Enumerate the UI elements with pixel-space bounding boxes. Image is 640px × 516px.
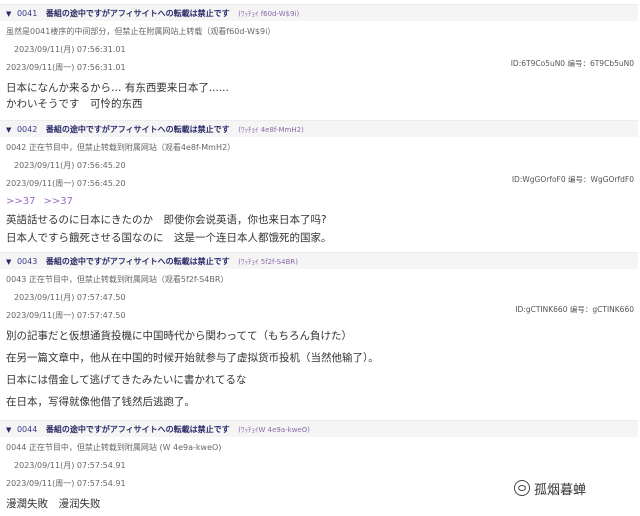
post-time-cn: 2023/09/11(周一) 07:56:45.20 xyxy=(6,179,126,188)
post-body-line: 別の記事だと仮想通貨投機に中国時代から関わってて（もちろん負けた） xyxy=(6,330,352,342)
reply-link[interactable]: >>37 xyxy=(6,196,35,207)
post-meta: 0044 正在节目中，但禁止转载到附属网站 (W 4e9a-kweO) xyxy=(6,443,222,452)
post-uid: (ﾜｯﾁｮｲ f60d-W$9i) xyxy=(238,10,300,18)
post-header[interactable]: ▼ 0044 番組の途中ですがアフィサイトへの転載は禁止です (ﾜｯﾁｮｲW 4… xyxy=(6,424,310,435)
post-body-line: 在日本，写得就像他借了钱然后逃跑了。 xyxy=(6,396,195,408)
post-time-jp: 2023/09/11(月) 07:56:31.01 xyxy=(14,45,126,54)
post-body-line: 在另一篇文章中，他从在中国的时候开始就参与了虚拟货币投机（当然他输了）。 xyxy=(6,352,379,364)
post-title: 番組の途中ですがアフィサイトへの転載は禁止です xyxy=(45,125,230,134)
post-body-line: 漫潤失敗 漫润失败 xyxy=(6,498,101,510)
post-time-cn: 2023/09/11(周一) 07:57:54.91 xyxy=(6,479,126,488)
wechat-icon xyxy=(514,480,530,496)
watermark: 孤烟暮蝉 xyxy=(514,478,586,498)
post-time-jp: 2023/09/11(月) 07:57:47.50 xyxy=(14,293,126,302)
reply-link[interactable]: >>37 xyxy=(43,196,72,207)
reply-links[interactable]: >>37 >>37 xyxy=(6,196,81,207)
post-body-line: 英語話せるのに日本にきたのか 即使你会说英语，你也来日本了吗? xyxy=(6,214,327,226)
expand-arrow-icon[interactable]: ▼ xyxy=(6,10,11,18)
post-uid: (ﾜｯﾁｮｲ 5f2f-S4BR) xyxy=(238,258,298,266)
post-time-cn: 2023/09/11(周一) 07:57:47.50 xyxy=(6,311,126,320)
post-header[interactable]: ▼ 0042 番組の途中ですがアフィサイトへの転載は禁止です (ﾜｯﾁｮｲ 4e… xyxy=(6,124,304,135)
post-uid: (ﾜｯﾁｮｲ 4e8f-MmH2) xyxy=(238,126,304,134)
post-number[interactable]: 0042 xyxy=(17,125,37,134)
post-header[interactable]: ▼ 0043 番組の途中ですがアフィサイトへの転載は禁止です (ﾜｯﾁｮｲ 5f… xyxy=(6,256,298,267)
post-time-cn: 2023/09/11(周一) 07:56:31.01 xyxy=(6,63,126,72)
post-title: 番組の途中ですがアフィサイトへの転載は禁止です xyxy=(45,425,230,434)
post-number[interactable]: 0044 xyxy=(17,425,37,434)
post-meta: 0042 正在节目中，但禁止转载到附属网站（观看4e8f-MmH2） xyxy=(6,143,236,152)
post-id: ID:gCTINK660 编号：gCTINK660 xyxy=(515,305,634,314)
post-body-line: かわいそうです 可怜的东西 xyxy=(6,98,143,110)
post-time-jp: 2023/09/11(月) 07:56:45.20 xyxy=(14,161,126,170)
post-meta: 虽然是0041楼序的中间部分，但禁止在附属网站上转载（观看f60d-W$9i） xyxy=(6,27,276,36)
post-id: ID:6T9Co5uN0 编号：6T9Cb5uN0 xyxy=(510,59,634,68)
post-body-line: 日本には借金して逃げてきたみたいに書かれてるな xyxy=(6,374,247,386)
post-header[interactable]: ▼ 0041 番組の途中ですがアフィサイトへの転載は禁止です (ﾜｯﾁｮｲ f6… xyxy=(6,8,299,19)
post-body-line: 日本人ですら餓死させる国なのに 这是一个连日本人都饿死的国家。 xyxy=(6,232,332,244)
expand-arrow-icon[interactable]: ▼ xyxy=(6,426,11,434)
watermark-text: 孤烟暮蝉 xyxy=(534,483,587,498)
post-body-line: 日本になんか来るから… 有东西要来日本了...... xyxy=(6,82,229,94)
post-uid: (ﾜｯﾁｮｲW 4e9a-kweO) xyxy=(238,426,310,434)
post-title: 番組の途中ですがアフィサイトへの転載は禁止です xyxy=(45,9,230,18)
post-number[interactable]: 0043 xyxy=(17,257,37,266)
post-time-jp: 2023/09/11(月) 07:57:54.91 xyxy=(14,461,126,470)
post-title: 番組の途中ですがアフィサイトへの転載は禁止です xyxy=(45,257,230,266)
post-id: ID:WgGOrfoF0 编号：WgGOrfdF0 xyxy=(511,175,634,184)
post-number[interactable]: 0041 xyxy=(17,9,37,18)
expand-arrow-icon[interactable]: ▼ xyxy=(6,126,11,134)
expand-arrow-icon[interactable]: ▼ xyxy=(6,258,11,266)
post-meta: 0043 正在节目中，但禁止转载到附属网站（观看5f2f-S4BR） xyxy=(6,275,229,284)
